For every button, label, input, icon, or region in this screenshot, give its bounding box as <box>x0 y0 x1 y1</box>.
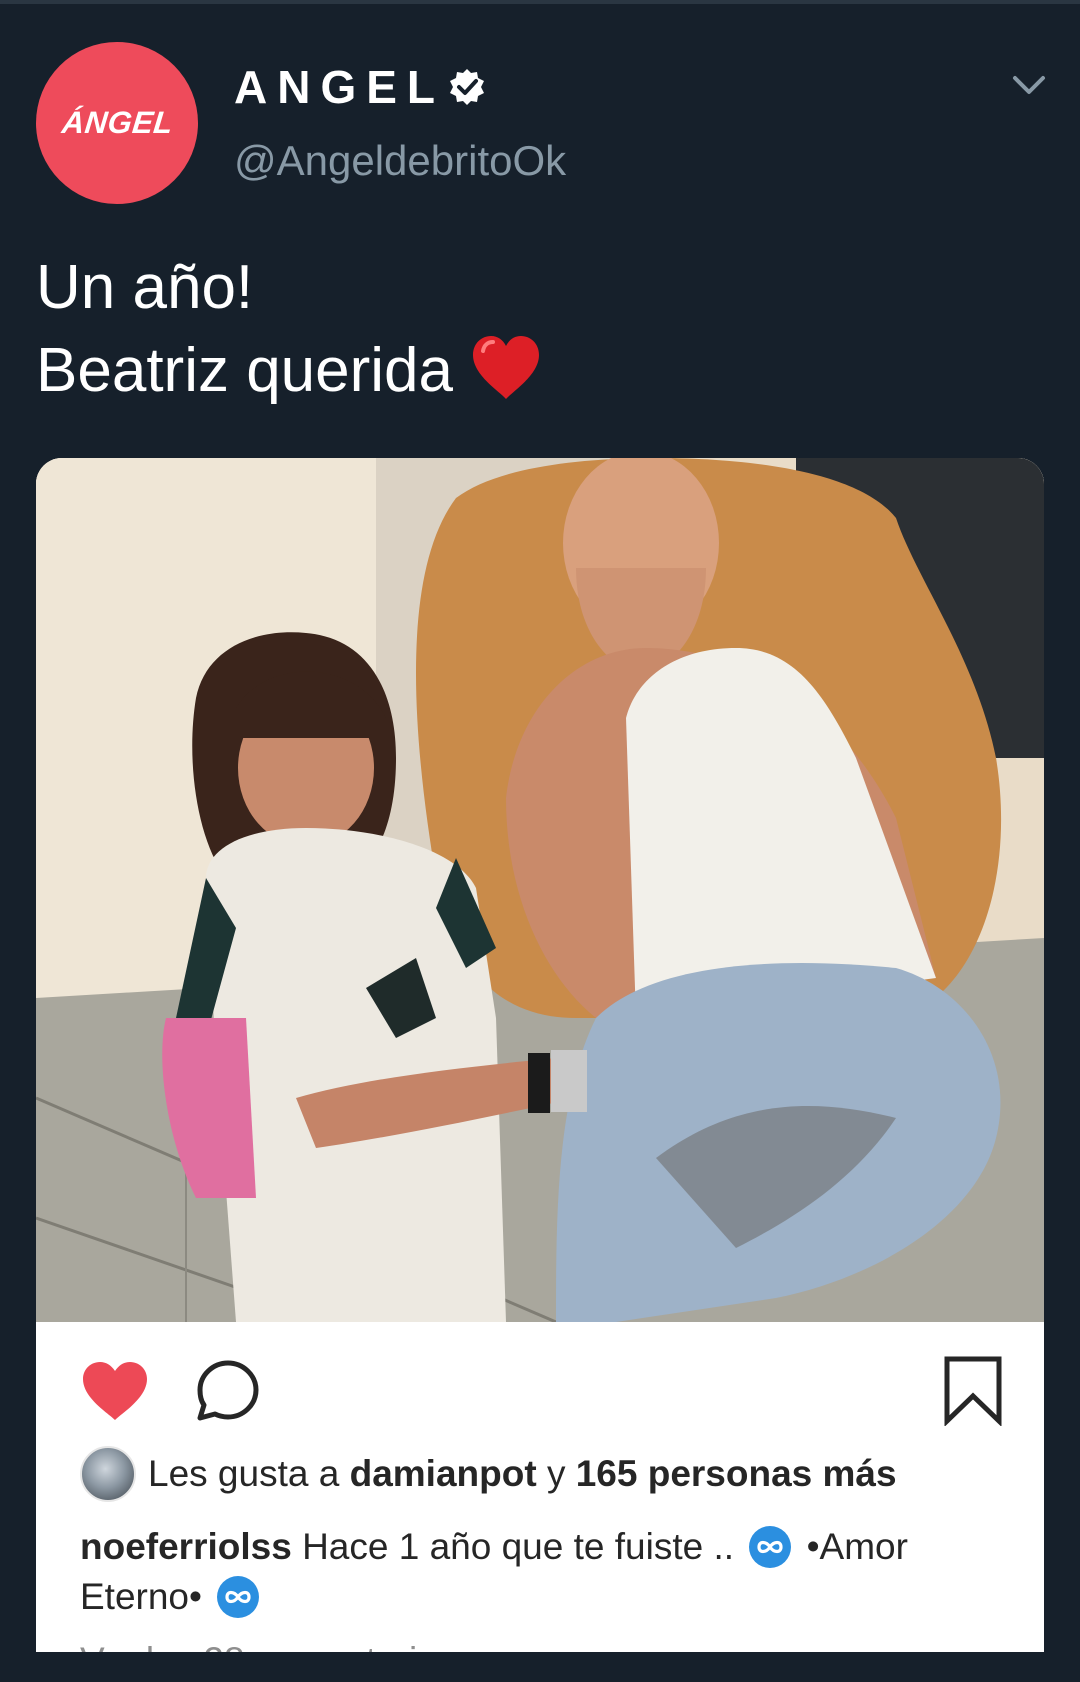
likes-summary[interactable]: Les gusta a damianpot y 165 personas más <box>80 1444 897 1504</box>
tweet-text-line-1: Un año! <box>36 253 254 322</box>
tweet-text-line-2: Beatriz querida <box>36 329 1036 412</box>
instagram-screenshot-card[interactable]: Les gusta a damianpot y 165 personas más… <box>36 458 1044 1682</box>
instagram-panel: Les gusta a damianpot y 165 personas más… <box>36 1322 1044 1682</box>
verified-badge-icon <box>450 69 484 105</box>
likes-mid: y <box>546 1453 566 1494</box>
user-handle[interactable]: @AngeldebritoOk <box>234 137 566 185</box>
display-name-row[interactable]: ANGEL <box>234 60 487 114</box>
avatar-logo-text: ÁNGEL <box>59 105 175 140</box>
infinity-icon <box>217 1576 260 1618</box>
profile-avatar[interactable]: ÁNGEL <box>36 42 198 204</box>
tweet-text-line-2-text: Beatriz querida <box>36 336 454 405</box>
heart-like-icon[interactable] <box>80 1360 150 1422</box>
caption-text-1: Hace 1 año que te fuiste .. <box>291 1526 745 1567</box>
red-heart-emoji-icon <box>473 336 540 399</box>
tweet-text: Un año! Beatriz querida <box>36 246 1036 412</box>
comment-icon[interactable] <box>192 1354 264 1426</box>
post-caption: noeferriolss Hace 1 año que te fuiste ..… <box>80 1522 1010 1622</box>
photo-illustration <box>36 458 1044 1322</box>
chevron-down-icon[interactable] <box>1012 74 1046 96</box>
liker-avatar[interactable] <box>80 1446 136 1502</box>
likes-prefix: Les gusta a <box>148 1453 340 1494</box>
bottom-cutoff <box>0 1652 1080 1682</box>
tweet-photo[interactable] <box>36 458 1044 1322</box>
bookmark-icon[interactable] <box>942 1354 1004 1426</box>
top-divider <box>0 0 1080 4</box>
likes-username[interactable]: damianpot <box>350 1453 537 1495</box>
display-name[interactable]: ANGEL <box>234 60 445 114</box>
likes-count[interactable]: 165 personas más <box>576 1453 897 1495</box>
infinity-icon <box>749 1526 792 1568</box>
caption-username[interactable]: noeferriolss <box>80 1526 292 1567</box>
